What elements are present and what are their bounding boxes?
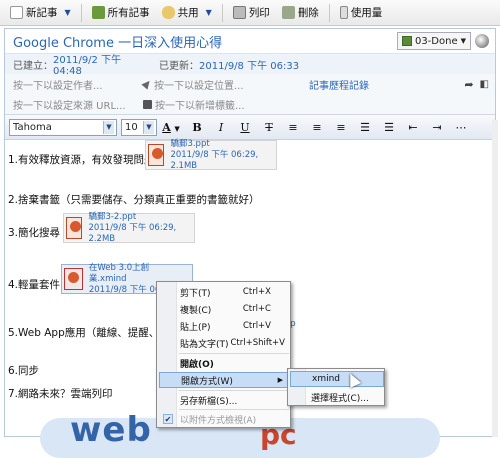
menu-shortcut: Ctrl+V [242, 321, 271, 331]
attachment-ppt-1[interactable]: 驕郵3.ppt 2011/9/8 下午 06:29, 2.1MB [145, 138, 277, 171]
new-note-button[interactable]: 新記事 ▼ [4, 2, 77, 24]
toolbar-divider [80, 3, 82, 22]
menu-label: 開啟(O) [180, 359, 214, 370]
created-date: 2011/9/2 下午 04:48 [53, 55, 122, 77]
attachment-name: 驕郵3-2.ppt [88, 211, 137, 222]
menu-item-save-as[interactable]: 另存新檔(S)... [159, 392, 288, 408]
trash-icon [281, 6, 295, 19]
menu-separator [179, 390, 289, 391]
submenu-arrow-icon: ▶ [277, 376, 283, 384]
menu-label: 開啟方式(W) [181, 376, 233, 387]
menu-item-paste-text[interactable]: 貼為文字(T) Ctrl+Shift+V [159, 335, 288, 351]
all-notes-icon [91, 6, 105, 19]
attachment-ppt-2[interactable]: 驕郵3-2.ppt 2011/9/8 下午 06:29, 2.2MB [63, 211, 195, 244]
notebook-selector[interactable]: 03-Done ▼ [396, 32, 471, 50]
delete-button[interactable]: 刪除 [276, 2, 325, 24]
body-line-1: 1.有效釋放資源，有效發現問題 [8, 154, 155, 166]
tag-menu-icon[interactable]: ◧ [480, 79, 489, 90]
usage-icon [339, 6, 348, 19]
vertical-scrollbar[interactable] [492, 120, 498, 437]
location-field[interactable]: 按一下以設定位置... [141, 77, 309, 92]
meta-author-row: 按一下以設定作者... 按一下以設定位置... 記事歷程記錄 ➦ ◧ [5, 74, 495, 94]
menu-item-cut[interactable]: 剪下(T) Ctrl+X [159, 284, 288, 300]
menu-label: 以附件方式檢視(A) [180, 415, 257, 426]
notebook-icon [401, 36, 412, 46]
context-menu: 剪下(T) Ctrl+X 複製(C) Ctrl+C 貼上(P) Ctrl+V 貼… [156, 281, 291, 428]
menu-separator [179, 409, 289, 410]
toolbar-divider [221, 3, 223, 22]
new-note-icon [10, 6, 23, 19]
tag-icon [143, 99, 152, 109]
tag-field[interactable]: 按一下以新增標籤... [143, 97, 245, 112]
print-label: 列印 [248, 7, 270, 19]
open-with-submenu: xmind 選擇程式(C)... [287, 368, 385, 406]
attachment-info: 2011/9/8 下午 06:29, 2.1MB [170, 149, 259, 171]
body-line-6: 6.同步 [8, 365, 40, 377]
menu-separator [179, 353, 289, 354]
created-label: 已建立： [13, 60, 53, 72]
history-link[interactable]: 記事歷程記錄 [309, 77, 369, 92]
chevron-down-icon[interactable]: ▼ [65, 8, 71, 17]
menu-item-copy[interactable]: 複製(C) Ctrl+C [159, 301, 288, 317]
location-arrow-icon [141, 78, 153, 90]
printer-icon [232, 6, 246, 19]
all-notes-label: 所有記事 [107, 7, 150, 19]
updated-date: 2011/9/8 下午 06:33 [199, 60, 300, 72]
menu-item-open-with[interactable]: 開啟方式(W) ▶ [159, 372, 288, 388]
notebook-name: 03-Done [414, 35, 458, 47]
menu-label: 貼上(P) [180, 322, 211, 333]
location-hint: 按一下以設定位置... [154, 80, 244, 92]
author-field[interactable]: 按一下以設定作者... [13, 77, 143, 92]
share-icon [161, 6, 175, 19]
globe-icon[interactable] [475, 34, 489, 48]
attachment-name: 驕郵3.ppt [170, 138, 210, 149]
print-button[interactable]: 列印 [227, 2, 276, 24]
main-toolbar: 新記事 ▼ 所有記事 共用 ▼ 列印 刪除 使用量 [0, 0, 500, 26]
source-url-field[interactable]: 按一下以設定來源 URL... [13, 97, 143, 112]
web-art-text: web [70, 410, 152, 450]
menu-label: 另存新檔(S)... [180, 396, 238, 407]
menu-shortcut: Ctrl+C [242, 304, 271, 314]
new-note-label: 新記事 [26, 7, 58, 19]
attachment-info: 2011/9/8 下午 06:29, 2.2MB [88, 222, 177, 244]
powerpoint-file-icon [148, 144, 165, 166]
body-line-7: 7.網路未來？雲端列印 [8, 388, 113, 400]
body-line-5: 5.Web App應用（離線、提醒、連... [8, 327, 156, 339]
menu-label: xmind [312, 374, 341, 384]
all-notes-button[interactable]: 所有記事 [86, 2, 156, 24]
xmind-file-icon [64, 268, 83, 290]
chevron-down-icon: ▼ [460, 37, 466, 45]
delete-label: 刪除 [297, 7, 319, 19]
usage-label: 使用量 [350, 7, 383, 19]
chevron-down-icon[interactable]: ▼ [206, 8, 212, 17]
meta-dates-row: 已建立： 2011/9/2 下午 04:48 已更新： 2011/9/8 下午 … [5, 54, 495, 77]
updated-label: 已更新： [159, 60, 199, 72]
body-line-2: 2.捨棄書籤（只需要儲存、分類真正重要的書籤就好） [8, 194, 260, 206]
usage-button[interactable]: 使用量 [334, 2, 389, 24]
menu-item-view-as-attachment[interactable]: ✔ 以附件方式檢視(A) [159, 411, 288, 427]
menu-item-paste[interactable]: 貼上(P) Ctrl+V [159, 318, 288, 334]
menu-label: 貼為文字(T) [180, 339, 229, 350]
note-title[interactable]: Google Chrome 一日深入使用心得 [13, 32, 397, 51]
menu-label: 複製(C) [180, 305, 212, 316]
check-icon: ✔ [163, 414, 173, 424]
menu-label: 剪下(T) [180, 288, 211, 299]
submenu-item-choose-program[interactable]: 選擇程式(C)... [290, 389, 384, 405]
share-arrow-icon[interactable]: ➦ [464, 78, 473, 91]
menu-shortcut: Ctrl+X [242, 287, 271, 297]
share-label: 共用 [177, 7, 199, 19]
menu-item-open[interactable]: 開啟(O) [159, 355, 288, 371]
powerpoint-file-icon [66, 217, 83, 239]
toolbar-divider [328, 3, 330, 22]
tag-hint: 按一下以新增標籤... [155, 100, 245, 112]
menu-label: 選擇程式(C)... [311, 393, 369, 404]
menu-shortcut: Ctrl+Shift+V [230, 338, 285, 348]
meta-source-row: 按一下以設定來源 URL... 按一下以新增標籤... [5, 94, 495, 114]
share-button[interactable]: 共用 ▼ [156, 2, 218, 24]
body-line-4: 4.輕量套件 [8, 279, 61, 291]
body-line-3: 3.簡化搜尋 [8, 227, 61, 239]
submenu-item-xmind[interactable]: xmind [290, 371, 384, 387]
